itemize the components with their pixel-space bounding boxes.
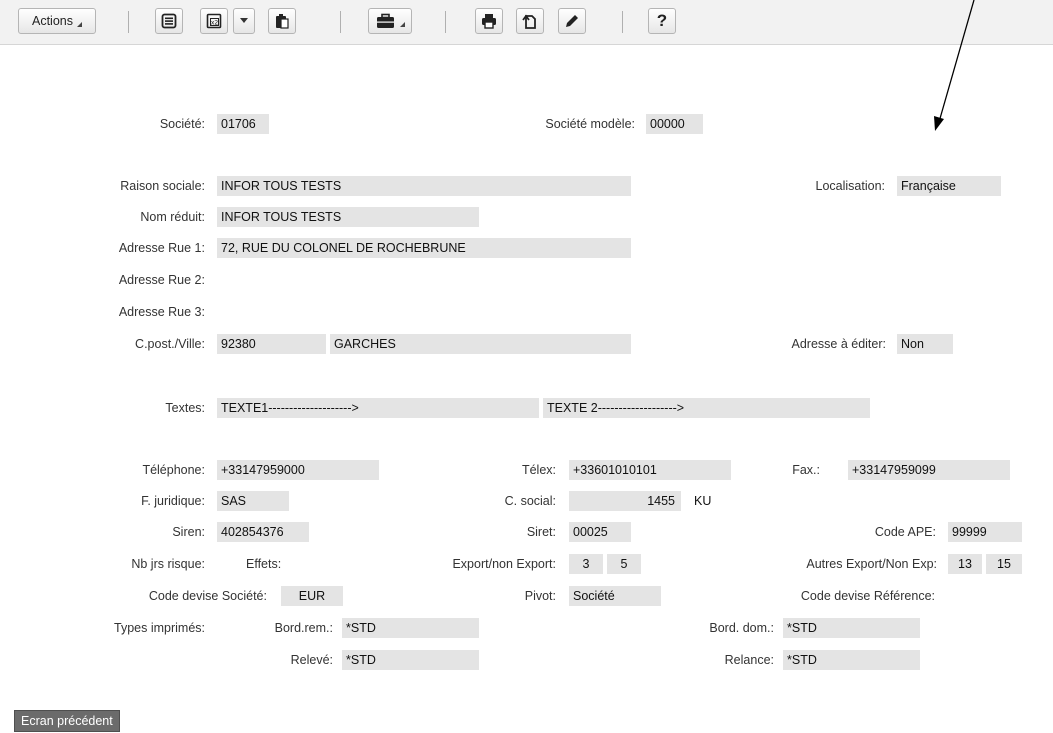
localisation-label: Localisation: xyxy=(815,179,886,193)
clipboard-button[interactable] xyxy=(268,8,296,34)
bord-dom-field[interactable]: *STD xyxy=(783,618,920,638)
pivot-field[interactable]: Société xyxy=(569,586,661,606)
adresse-rue2-label: Adresse Rue 2: xyxy=(118,273,205,287)
code-ape-field[interactable]: 99999 xyxy=(948,522,1022,542)
f-juridique-label: F. juridique: xyxy=(141,494,205,508)
copy-document-button[interactable] xyxy=(516,8,544,34)
cpost-ville-label: C.post./Ville: xyxy=(135,337,205,351)
autres-export-field-2[interactable]: 15 xyxy=(986,554,1022,574)
types-imprimes-label: Types imprimés: xyxy=(114,621,205,635)
dropdown-arrow-icon xyxy=(240,18,248,23)
pencil-icon xyxy=(566,15,578,27)
toolbar-separator xyxy=(340,11,341,33)
texte1-field[interactable]: TEXTE1--------------------> xyxy=(217,398,539,418)
adresse-editer-field[interactable]: Non xyxy=(897,334,953,354)
textes-label: Textes: xyxy=(165,401,205,415)
bord-rem-label: Bord.rem.: xyxy=(274,621,333,635)
help-icon: ? xyxy=(656,11,668,30)
relance-label: Relance: xyxy=(724,653,774,667)
list-icon xyxy=(161,13,177,29)
code-ape-label: Code APE: xyxy=(874,525,936,539)
briefcase-icon xyxy=(376,13,394,28)
nom-reduit-label: Nom réduit: xyxy=(140,210,205,224)
releve-label: Relevé: xyxy=(290,653,333,667)
toolbar-separator xyxy=(445,11,446,33)
code-postal-field[interactable]: 92380 xyxy=(217,334,326,354)
autres-export-label: Autres Export/Non Exp: xyxy=(806,557,937,571)
list-view-button[interactable] xyxy=(155,8,183,34)
telephone-label: Téléphone: xyxy=(142,463,205,477)
code-devise-societe-field[interactable]: EUR xyxy=(281,586,343,606)
adresse-editer-label: Adresse à éditer: xyxy=(791,337,887,351)
export-field-2[interactable]: 5 xyxy=(607,554,641,574)
adresse-rue3-label: Adresse Rue 3: xyxy=(118,305,205,319)
calculator-icon: x2 xyxy=(206,13,222,29)
actions-menu-button[interactable]: Actions xyxy=(18,8,96,34)
telex-field[interactable]: +33601010101 xyxy=(569,460,731,480)
localisation-field[interactable]: Française xyxy=(897,176,1001,196)
svg-text:x2: x2 xyxy=(211,20,219,27)
autres-export-field-1[interactable]: 13 xyxy=(948,554,982,574)
telephone-field[interactable]: +33147959000 xyxy=(217,460,379,480)
printer-icon xyxy=(482,14,496,29)
releve-field[interactable]: *STD xyxy=(342,650,479,670)
bord-rem-field[interactable]: *STD xyxy=(342,618,479,638)
adresse-rue1-field[interactable]: 72, RUE DU COLONEL DE ROCHEBRUNE xyxy=(217,238,631,258)
societe-modele-field[interactable]: 00000 xyxy=(646,114,703,134)
nom-reduit-field[interactable]: INFOR TOUS TESTS xyxy=(217,207,479,227)
c-social-field[interactable]: 1455 xyxy=(569,491,681,511)
briefcase-menu-button[interactable] xyxy=(368,8,412,34)
clipboard-icon xyxy=(276,14,289,29)
document-copy-icon xyxy=(522,14,536,29)
code-devise-societe-label: Code devise Société: xyxy=(148,589,267,603)
telex-label: Télex: xyxy=(521,463,556,477)
texte2-field[interactable]: TEXTE 2-------------------> xyxy=(543,398,870,418)
raison-sociale-field[interactable]: INFOR TOUS TESTS xyxy=(217,176,631,196)
toolbar-separator xyxy=(622,11,623,33)
toolbar-separator xyxy=(128,11,129,33)
caret-icon xyxy=(399,21,405,27)
help-button[interactable]: ? xyxy=(648,8,676,34)
export-field-1[interactable]: 3 xyxy=(569,554,603,574)
bord-dom-label: Bord. dom.: xyxy=(709,621,774,635)
siret-field[interactable]: 00025 xyxy=(569,522,631,542)
f-juridique-field[interactable]: SAS xyxy=(217,491,289,511)
edit-button[interactable] xyxy=(558,8,586,34)
relance-field[interactable]: *STD xyxy=(783,650,920,670)
c-social-unit: KU xyxy=(694,494,712,508)
caret-icon xyxy=(77,21,82,27)
print-button[interactable] xyxy=(475,8,503,34)
fax-label: Fax.: xyxy=(792,463,820,477)
siren-field[interactable]: 402854376 xyxy=(217,522,309,542)
societe-modele-label: Société modèle: xyxy=(545,117,635,131)
calculator-dropdown-button[interactable] xyxy=(233,8,255,34)
adresse-rue1-label: Adresse Rue 1: xyxy=(118,241,205,255)
siren-label: Siren: xyxy=(172,525,205,539)
societe-field[interactable]: 01706 xyxy=(217,114,269,134)
raison-sociale-label: Raison sociale: xyxy=(120,179,205,193)
calculator-button[interactable]: x2 xyxy=(200,8,228,34)
ville-field[interactable]: GARCHES xyxy=(330,334,631,354)
export-non-export-label: Export/non Export: xyxy=(452,557,556,571)
pivot-label: Pivot: xyxy=(524,589,556,603)
fax-field[interactable]: +33147959099 xyxy=(848,460,1010,480)
nb-jrs-risque-label: Nb jrs risque: xyxy=(131,557,205,571)
actions-label: Actions xyxy=(32,14,73,28)
societe-label: Société: xyxy=(159,117,205,131)
previous-screen-button[interactable]: Ecran précédent xyxy=(14,710,120,732)
effets-label: Effets: xyxy=(246,557,282,571)
c-social-label: C. social: xyxy=(504,494,556,508)
siret-label: Siret: xyxy=(526,525,556,539)
code-devise-reference-label: Code devise Référence: xyxy=(800,589,935,603)
toolbar: Actions x2 ? xyxy=(0,0,1053,45)
